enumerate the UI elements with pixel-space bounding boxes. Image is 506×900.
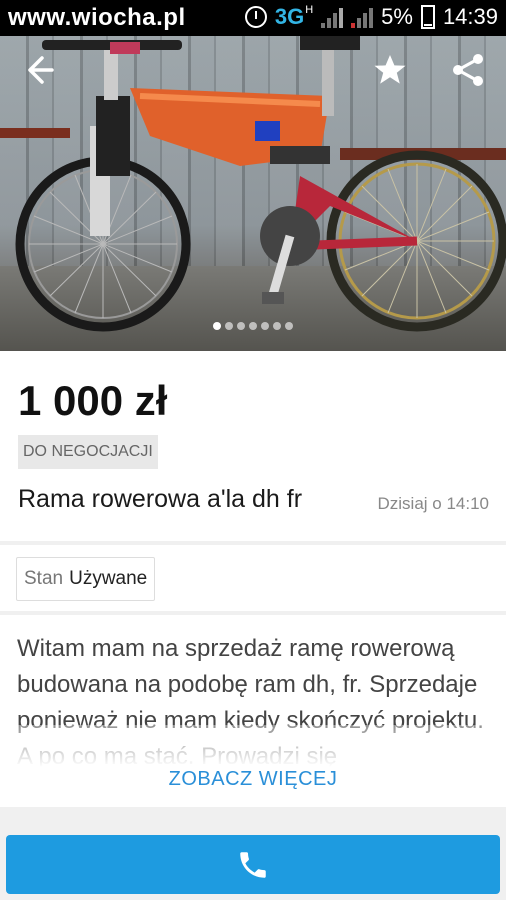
call-button[interactable]	[6, 835, 500, 894]
gallery-dot[interactable]	[249, 322, 257, 330]
clock: 14:39	[442, 4, 498, 29]
gallery-dot[interactable]	[213, 322, 221, 330]
gallery-pagination[interactable]	[0, 322, 506, 330]
phone-icon	[240, 851, 266, 878]
status-icons: 3G H 5% 14:39	[244, 4, 498, 30]
gallery-dot[interactable]	[261, 322, 269, 330]
condition-value: Używane	[69, 568, 148, 589]
gallery-dot[interactable]	[237, 322, 245, 330]
signal-icon-2	[351, 6, 374, 28]
ad-summary: 1 000 zł DO NEGOCJACJI Rama rowerowa a'l…	[0, 351, 506, 541]
status-bar: www.wiocha.pl 3G H 5% 14:39	[0, 0, 506, 36]
watermark: www.wiocha.pl	[8, 4, 186, 31]
params-section: Stan Używane	[0, 545, 506, 611]
alarm-icon	[244, 6, 267, 28]
battery-percent: 5%	[381, 4, 413, 29]
network-type: 3G	[274, 4, 305, 29]
back-arrow-icon[interactable]	[20, 52, 56, 88]
signal-icon	[321, 6, 344, 28]
photo-gallery[interactable]	[0, 36, 506, 351]
condition-label: Stan	[24, 568, 64, 589]
description-section: Witam mam na sprzedaż ramę rowerową budo…	[0, 615, 506, 807]
gallery-dot[interactable]	[273, 322, 281, 330]
bike-photo	[0, 36, 506, 332]
ad-title: Rama rowerowa a'la dh fr	[18, 485, 303, 513]
show-more-button[interactable]: ZOBACZ WIĘCEJ	[0, 768, 506, 791]
share-icon[interactable]	[450, 52, 486, 88]
gallery-dot[interactable]	[285, 322, 293, 330]
gallery-dot[interactable]	[225, 322, 233, 330]
price: 1 000 zł	[18, 377, 168, 424]
negotiable-badge: DO NEGOCJACJI	[18, 435, 158, 469]
ad-date: Dzisiaj o 14:10	[377, 494, 489, 513]
condition-chip: Stan Używane	[16, 557, 156, 601]
battery-icon	[420, 5, 435, 29]
favorite-star-icon[interactable]	[372, 52, 408, 88]
network-indicator: 3G H	[275, 4, 313, 30]
network-subtype: H	[305, 4, 314, 16]
bottom-action-bar	[0, 825, 506, 900]
